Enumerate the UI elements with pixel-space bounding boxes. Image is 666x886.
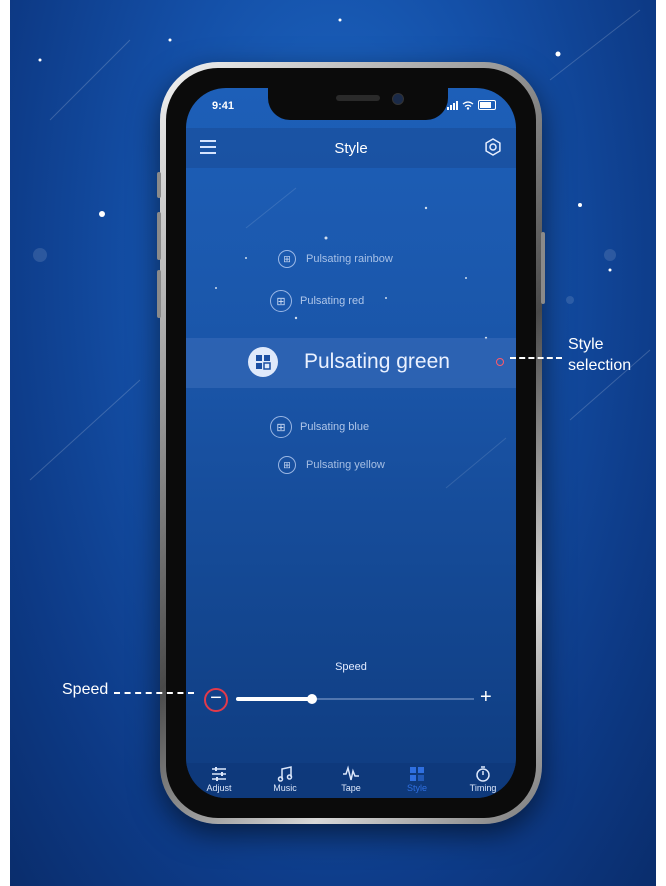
pattern-icon: ⊞ xyxy=(278,250,296,268)
tab-tape[interactable]: Tape xyxy=(318,763,384,798)
style-selection-annotation-line1: Style xyxy=(568,336,604,353)
style-item-pulsating-blue[interactable]: ⊞ Pulsating blue xyxy=(270,416,369,438)
style-item-label: Pulsating rainbow xyxy=(306,253,393,265)
tab-label: Timing xyxy=(469,783,497,793)
grid-icon xyxy=(410,767,424,781)
page-title: Style xyxy=(334,140,368,157)
screen-stars xyxy=(215,187,507,489)
tab-label: Adjust xyxy=(206,783,232,793)
style-selection-annotation-line2: selection xyxy=(568,357,632,374)
tab-timing[interactable]: Timing xyxy=(450,763,516,798)
wifi-icon xyxy=(462,100,474,110)
battery-icon xyxy=(478,100,496,110)
tab-label: Tape xyxy=(341,783,361,793)
style-item-label: Pulsating blue xyxy=(300,421,370,433)
style-item-label: Pulsating yellow xyxy=(306,459,385,471)
pattern-icon: ⊞ xyxy=(270,416,292,438)
promo-background: 9:41 Style ⊞ Pulsating rainbow ⊞ Pulsati… xyxy=(10,0,656,886)
style-item-pulsating-red[interactable]: ⊞ Pulsating red xyxy=(270,290,364,312)
speed-annotation: Speed xyxy=(62,681,109,698)
pattern-icon: ⊞ xyxy=(278,456,296,474)
selection-marker-icon xyxy=(496,358,504,366)
app-header: Style xyxy=(186,128,516,168)
speed-label: Speed xyxy=(335,661,367,673)
tab-adjust[interactable]: Adjust xyxy=(186,763,252,798)
status-time: 9:41 xyxy=(212,100,235,112)
tab-music[interactable]: Music xyxy=(252,763,318,798)
style-item-pulsating-green-selected[interactable]: Pulsating green xyxy=(186,338,516,388)
speed-slider-fill xyxy=(236,697,313,701)
app-screen: 9:41 Style ⊞ Pulsating rainbow ⊞ Pulsati… xyxy=(186,88,516,798)
tab-style[interactable]: Style xyxy=(384,763,450,798)
sliders-icon xyxy=(212,767,226,781)
tab-bar: Adjust Music Tape Style Timing xyxy=(186,763,516,798)
style-item-label: Pulsating red xyxy=(300,295,365,307)
style-item-pulsating-rainbow[interactable]: ⊞ Pulsating rainbow xyxy=(278,250,393,268)
music-note-icon xyxy=(277,766,293,782)
speed-slider[interactable] xyxy=(236,694,474,704)
waveform-icon xyxy=(343,765,359,781)
style-item-pulsating-yellow[interactable]: ⊞ Pulsating yellow xyxy=(278,456,385,474)
style-selection-annotation-line xyxy=(510,357,562,359)
phone-frame: 9:41 Style ⊞ Pulsating rainbow ⊞ Pulsati… xyxy=(157,62,545,824)
speed-increase-button[interactable]: + xyxy=(480,686,492,709)
speed-decrease-button[interactable]: − xyxy=(204,688,228,712)
speed-annotation-line xyxy=(114,692,194,694)
gear-icon[interactable] xyxy=(484,138,502,156)
grid-icon xyxy=(248,347,278,377)
tab-label: Style xyxy=(406,783,427,793)
status-bar: 9:41 xyxy=(186,98,516,118)
signal-icon xyxy=(447,100,458,110)
timer-icon xyxy=(476,766,490,782)
pattern-icon: ⊞ xyxy=(270,290,292,312)
selected-style-label: Pulsating green xyxy=(304,350,450,373)
tab-label: Music xyxy=(273,783,297,793)
